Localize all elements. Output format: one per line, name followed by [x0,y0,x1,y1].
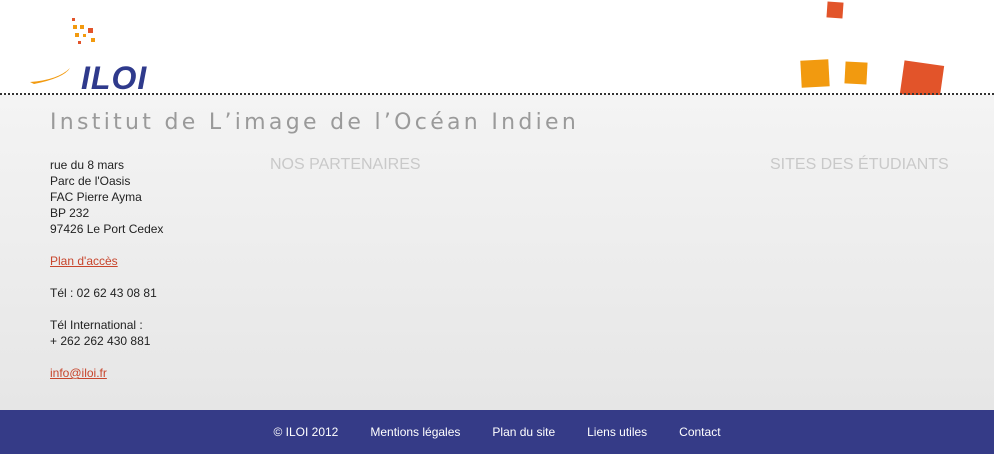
intl-phone-number: + 262 262 430 881 [50,334,151,348]
address-line: FAC Pierre Ayma [50,190,142,204]
decorative-square-orange-1 [800,59,830,88]
footer-link-legal[interactable]: Mentions légales [370,425,460,439]
footer-copyright: © ILOI 2012 [273,425,339,439]
email-link[interactable]: info@iloi.fr [50,366,107,380]
decorative-square-small [826,1,844,19]
address-line: Parc de l'Oasis [50,174,131,188]
site-header: ILOI [0,0,994,100]
site-tagline: Institut de L’image de l’Océan Indien [50,110,580,135]
footer-link-useful-links[interactable]: Liens utiles [587,425,647,439]
main-content: Institut de L’image de l’Océan Indien ru… [0,95,994,410]
student-sites-heading: SITES DES ÉTUDIANTS [770,156,949,173]
logo-text: ILOI [81,60,148,96]
intl-phone-label: Tél International : [50,318,143,332]
decorative-square-orange-2 [844,61,868,85]
footer-link-sitemap[interactable]: Plan du site [492,425,555,439]
iloi-logo[interactable]: ILOI [28,16,178,94]
address-line: rue du 8 mars [50,158,125,172]
footer-link-contact[interactable]: Contact [679,425,720,439]
site-footer: © ILOI 2012 Mentions légales Plan du sit… [0,410,994,454]
address-line: BP 232 [50,206,90,220]
address-line: 97426 Le Port Cedex [50,222,164,236]
partners-heading: NOS PARTENAIRES [270,156,421,173]
phone-number: Tél : 02 62 43 08 81 [50,286,157,300]
contact-block: rue du 8 mars Parc de l'Oasis FAC Pierre… [50,157,163,381]
map-link[interactable]: Plan d'accès [50,254,118,268]
